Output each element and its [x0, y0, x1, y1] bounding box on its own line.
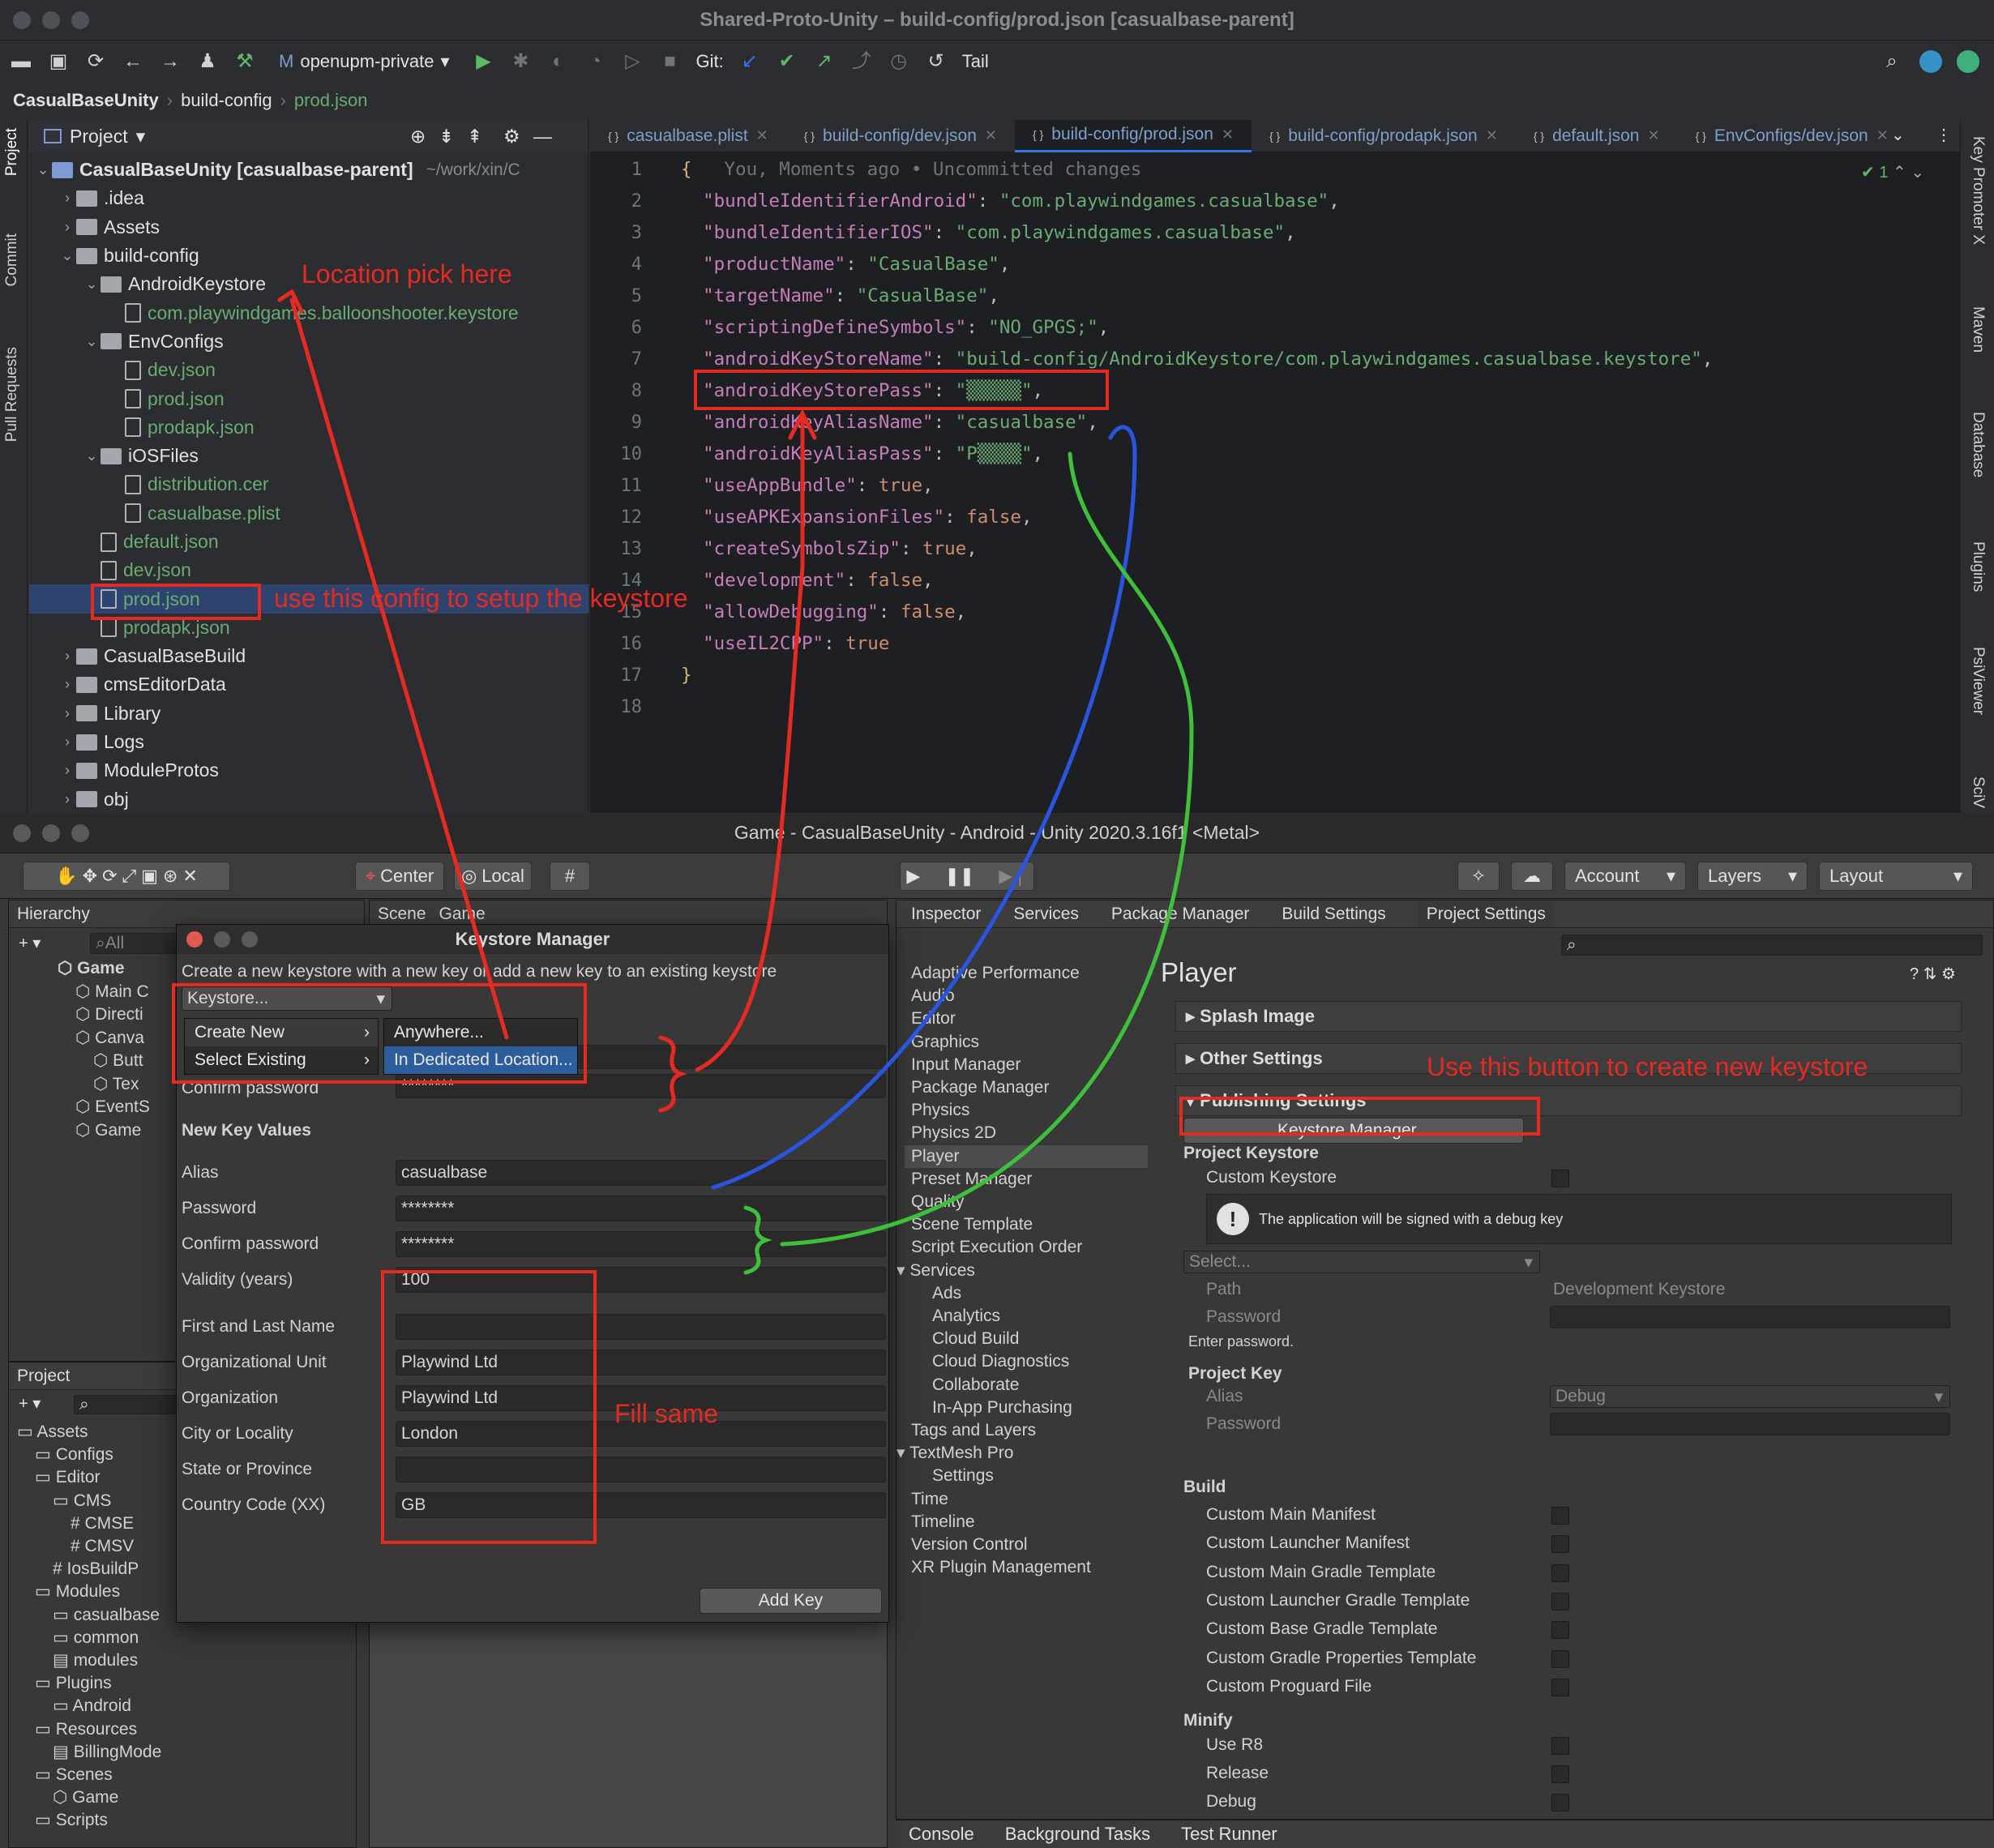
- red-brace-password: [658, 1035, 687, 1113]
- red-arrow-pass: [695, 415, 805, 1072]
- green-brace-password: [743, 1205, 772, 1275]
- red-arrow-location: [289, 297, 509, 1040]
- green-arrow-password: [780, 451, 1194, 1247]
- blue-arrow-alias: [711, 425, 1137, 1190]
- annotation-arrows: [277, 289, 1194, 1275]
